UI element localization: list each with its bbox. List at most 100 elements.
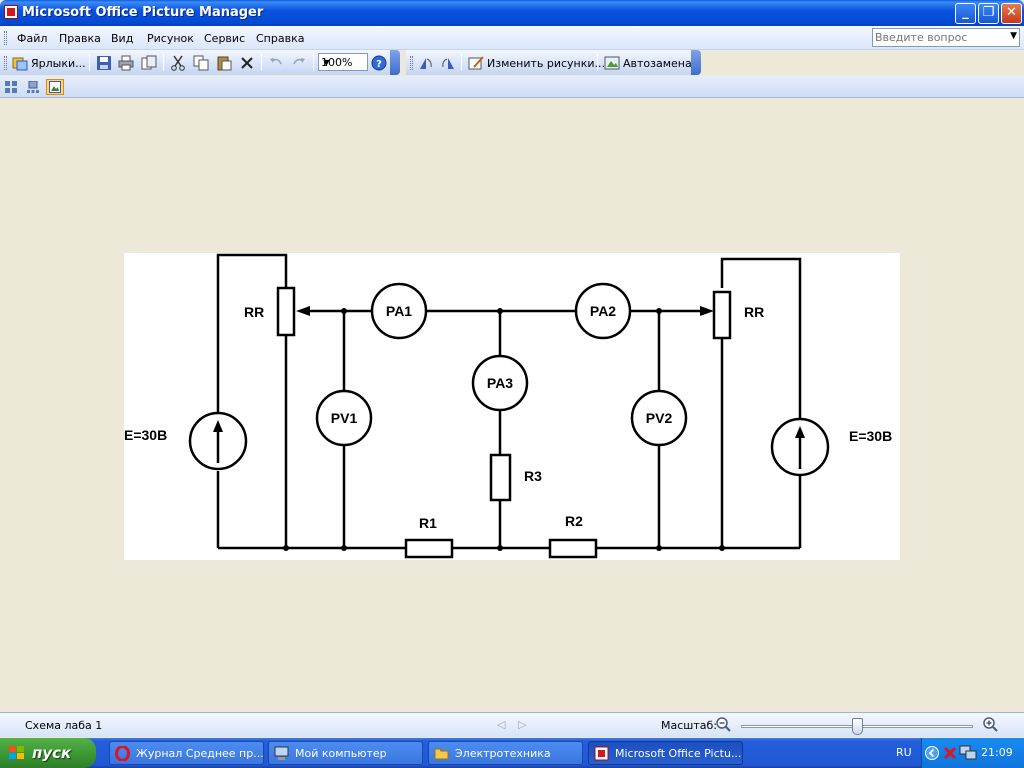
toolbar-separator [163,54,164,71]
close-button[interactable]: ✕ [1001,3,1022,24]
undo-icon[interactable] [268,55,284,71]
picture-canvas: RR RR PA1 PA2 PA3 PV1 PV2 R1 R2 R3 E=30B… [124,253,900,560]
label-pv1: PV1 [331,410,358,426]
previous-picture-icon[interactable]: ◁ [497,718,505,731]
delete-icon[interactable] [239,55,255,71]
menu-bar: Файл Правка Вид Рисунок Сервис Справка [0,26,1024,50]
edit-pictures-button[interactable]: Изменить рисунки... [487,57,605,70]
zoom-slider-thumb[interactable] [852,718,863,735]
zoom-scale-label: Масштаб: [661,719,717,732]
send-picture-icon[interactable] [141,55,157,71]
copy-icon[interactable] [193,55,209,71]
single-picture-view-button[interactable] [46,79,64,95]
picture-manager-icon[interactable] [4,5,18,19]
junction-dot [283,545,289,551]
picture-toolbar: Изменить рисунки... Автозамена [406,50,701,75]
label-pa3: PA3 [487,375,513,391]
label-pv2: PV2 [646,410,673,426]
junction-dot [341,308,347,314]
thumbnail-view-button[interactable] [2,79,20,95]
svg-text:?: ? [376,59,382,70]
show-hidden-icons-icon[interactable] [925,746,939,760]
cut-icon[interactable] [170,55,186,71]
toolbar-separator [89,54,90,71]
junction-dot [497,308,503,314]
toolbar-options-icon[interactable] [390,50,400,75]
junction-dot [719,545,725,551]
network-icon[interactable] [959,745,977,761]
status-file-name: Схема лаба 1 [25,719,103,732]
toolbar-separator [261,54,262,71]
menu-grip-icon[interactable] [4,31,7,45]
chevron-down-icon[interactable]: ▼ [1010,31,1017,41]
filmstrip-view-button[interactable] [24,79,42,95]
my-computer-icon [274,746,289,760]
taskbar-item-folder[interactable]: Электротехника [428,741,583,765]
window-title: Microsoft Office Picture Manager [22,5,264,20]
zoom-in-icon[interactable] [983,717,998,732]
toolbar-options-icon[interactable] [691,50,701,75]
rheostat-left [276,286,296,337]
toolbar-grip-icon[interactable] [4,56,7,70]
taskbar-item-picture-manager[interactable]: Microsoft Office Pictu... [588,741,743,765]
taskbar-clock: 21:09 [981,746,1013,759]
zoom-select[interactable]: 100% ▼ [318,53,368,71]
title-bar: Microsoft Office Picture Manager _ ❐ ✕ [0,0,1024,26]
redo-icon[interactable] [291,55,307,71]
taskbar-item-my-computer[interactable]: Мой компьютер [268,741,423,765]
junction-dot [656,545,662,551]
picture-manager-icon [594,746,609,761]
zoom-out-icon[interactable] [716,717,731,732]
help-icon[interactable]: ? [371,55,387,71]
label-pa2: PA2 [590,303,616,319]
rotate-left-icon[interactable] [418,55,434,71]
standard-toolbar: Ярлыки... 100% ▼ ? [0,50,400,75]
taskbar: пуск Журнал Среднее пр... Мой компьютер … [0,738,1024,768]
start-button[interactable]: пуск [0,738,96,768]
label-rr-left: RR [244,304,264,320]
rheostat-arrow-left-icon [296,306,310,316]
shortcuts-button[interactable]: Ярлыки... [31,57,86,70]
view-bar [0,76,1024,98]
shortcuts-icon[interactable] [12,55,28,71]
toolbar-grip-icon[interactable] [410,56,413,70]
print-icon[interactable] [118,55,134,71]
menu-view[interactable]: Вид [111,32,133,45]
label-rr-right: RR [744,304,764,320]
language-indicator[interactable]: RU [896,746,912,759]
thumbnail-view-icon [5,81,17,93]
edit-pictures-icon[interactable] [468,55,484,71]
circuit-diagram: RR RR PA1 PA2 PA3 PV1 PV2 R1 R2 R3 E=30B… [124,253,892,559]
wire [720,257,802,420]
single-picture-view-icon [49,81,61,93]
start-label: пуск [32,744,72,762]
rheostat-right [712,290,732,340]
taskbar-item-label: Электротехника [455,747,551,760]
save-icon[interactable] [96,55,112,71]
menu-help[interactable]: Справка [256,32,304,45]
junction-dot [656,308,662,314]
menu-edit[interactable]: Правка [59,32,101,45]
taskbar-item-opera[interactable]: Журнал Среднее пр... [109,741,264,765]
autocorrect-button[interactable]: Автозамена [623,57,692,70]
menu-file[interactable]: Файл [17,32,47,45]
antivirus-icon[interactable] [943,746,957,760]
label-pa1: PA1 [386,303,412,319]
next-picture-icon[interactable]: ▷ [518,718,526,731]
menu-tools[interactable]: Сервис [204,32,245,45]
autocorrect-icon[interactable] [604,55,620,71]
maximize-button[interactable]: ❐ [978,3,999,24]
minimize-button[interactable]: _ [955,3,976,24]
help-search-box[interactable]: ▼ [872,28,1020,47]
menu-picture[interactable]: Рисунок [147,32,194,45]
resistor-r1 [404,538,454,559]
folder-icon [434,748,449,760]
chevron-down-icon[interactable]: ▼ [321,56,332,70]
taskbar-item-label: Журнал Среднее пр... [136,747,264,760]
paste-icon[interactable] [216,55,232,71]
filmstrip-view-icon [27,81,39,93]
label-r3: R3 [524,468,542,484]
label-r2: R2 [565,513,583,529]
rotate-right-icon[interactable] [440,55,456,71]
help-search-input[interactable] [875,30,1003,45]
